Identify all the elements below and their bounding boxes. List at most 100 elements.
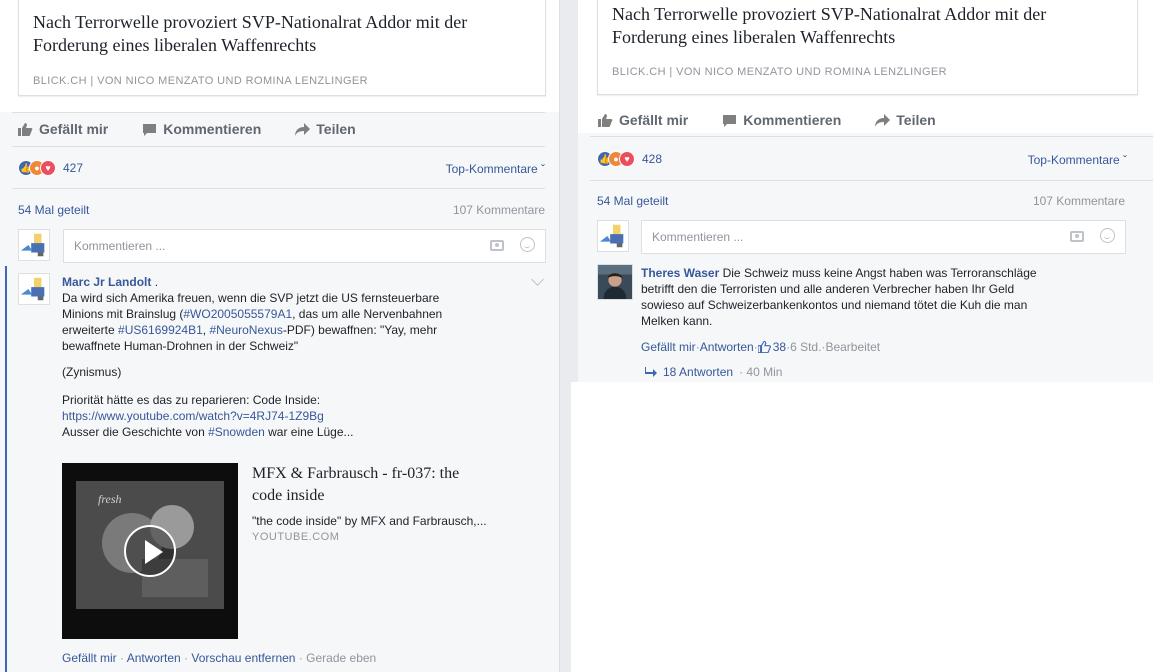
comment-body: Theres Waser Die Schweiz muss keine Angs… bbox=[641, 265, 1131, 329]
comment-count-link[interactable]: 107 Kommentare bbox=[453, 203, 545, 217]
comment-bubble-icon bbox=[723, 114, 737, 127]
comment-text-line: sowieso auf Schweizerbankenkontos und ni… bbox=[641, 298, 1028, 312]
comment-action-button[interactable]: Kommentieren bbox=[142, 121, 261, 137]
comment-text-line: Ausser die Geschichte von #Snowden war e… bbox=[62, 425, 354, 439]
comment-timestamp: 6 Std. bbox=[790, 340, 822, 354]
camera-icon[interactable] bbox=[1070, 231, 1084, 242]
video-source: YOUTUBE.COM bbox=[252, 531, 340, 543]
hashtag-link[interactable]: #WO2005055579A1 bbox=[183, 307, 292, 321]
video-thumbnail[interactable]: fresh bbox=[62, 463, 238, 639]
sort-comments-dropdown[interactable]: Top-Kommentare ˇ bbox=[446, 162, 545, 176]
video-preview-card[interactable]: fresh MFX & Farbrausch - fr-037: the cod… bbox=[62, 463, 528, 639]
video-title[interactable]: MFX & Farbrausch - fr-037: the code insi… bbox=[252, 463, 528, 507]
comment-reply-link[interactable]: Antworten bbox=[127, 651, 181, 665]
link-preview-card[interactable]: Nach Terrorwelle provoziert SVP-National… bbox=[18, 0, 546, 96]
divider bbox=[590, 180, 1153, 181]
reply-arrow-icon bbox=[645, 367, 657, 377]
comment-body: Marc Jr Landolt . Da wird sich Amerika f… bbox=[62, 274, 532, 440]
comment-input[interactable]: Kommentieren ... bbox=[63, 229, 546, 263]
post-actions: Gefällt mir Kommentieren Teilen bbox=[598, 112, 936, 128]
comment-text-line: Minions mit Brainslug (#WO2005055579A1, … bbox=[62, 307, 443, 321]
emoji-icon[interactable] bbox=[1100, 228, 1115, 243]
replies-count[interactable]: 18 Antworten bbox=[663, 365, 733, 379]
shares-count-link[interactable]: 54 Mal geteilt bbox=[597, 194, 668, 208]
thumbs-up-icon bbox=[18, 122, 33, 136]
comment-text-line: Da wird sich Amerika freuen, wenn die SV… bbox=[62, 291, 440, 305]
thumbs-up-icon bbox=[757, 341, 771, 353]
comment-text-line: Priorität hätte es das zu reparieren: Co… bbox=[62, 393, 321, 407]
comment-timestamp: Gerade eben bbox=[306, 651, 377, 665]
divider bbox=[12, 188, 545, 189]
post-actions: Gefällt mir Kommentieren Teilen bbox=[18, 121, 356, 137]
commenter-avatar[interactable] bbox=[597, 264, 633, 300]
current-user-avatar[interactable] bbox=[597, 220, 629, 252]
blank-area bbox=[571, 382, 1153, 672]
divider bbox=[12, 112, 545, 113]
love-reaction-icon: ♥ bbox=[40, 160, 56, 176]
comment-like-count[interactable]: 38 bbox=[773, 340, 786, 354]
sort-comments-dropdown[interactable]: Top-Kommentare ˇ bbox=[1028, 153, 1127, 167]
camera-icon[interactable] bbox=[490, 240, 504, 251]
divider bbox=[590, 136, 1153, 137]
share-action-button[interactable]: Teilen bbox=[295, 121, 356, 137]
youtube-url-link[interactable]: https://www.youtube.com/watch?v=4RJ74-1Z… bbox=[62, 408, 532, 424]
thumbs-up-icon bbox=[598, 113, 613, 127]
comment-action-button[interactable]: Kommentieren bbox=[722, 112, 841, 128]
link-source: BLICK.CH | VON NICO MENZATO UND ROMINA L… bbox=[33, 75, 368, 87]
share-arrow-icon bbox=[295, 122, 311, 136]
comment-text-line: bewaffnete Human-Drohnen in der Schweiz" bbox=[62, 339, 299, 353]
replies-time: · 40 Min bbox=[739, 365, 783, 379]
comment-author-link[interactable]: Marc Jr Landolt bbox=[62, 275, 151, 289]
emoji-icon[interactable] bbox=[520, 237, 535, 252]
comment-author-suffix: . bbox=[151, 275, 159, 289]
comment-author-link[interactable]: Theres Waser bbox=[641, 266, 719, 280]
link-title[interactable]: Nach Terrorwelle provoziert SVP-National… bbox=[33, 11, 467, 57]
right-post-panel: Nach Terrorwelle provoziert SVP-National… bbox=[578, 0, 1153, 382]
reaction-summary[interactable]: 👍 ● ♥ 427 bbox=[18, 160, 83, 176]
share-arrow-icon bbox=[875, 113, 891, 127]
comment-text-line: erweiterte #US6169924B1, #NeuroNexus-PDF… bbox=[62, 323, 438, 337]
divider bbox=[12, 146, 545, 147]
link-source: BLICK.CH | VON NICO MENZATO UND ROMINA L… bbox=[612, 66, 947, 78]
like-action-button[interactable]: Gefällt mir bbox=[18, 121, 108, 137]
comment-reply-link[interactable]: Antworten bbox=[700, 340, 754, 354]
like-action-button[interactable]: Gefällt mir bbox=[598, 112, 688, 128]
comment-like-link[interactable]: Gefällt mir bbox=[62, 651, 117, 665]
share-action-button[interactable]: Teilen bbox=[875, 112, 936, 128]
comment-meta: Gefällt mir · Antworten · Vorschau entfe… bbox=[62, 651, 377, 665]
comment-text-line: Die Schweiz muss keine Angst haben was T… bbox=[719, 266, 1037, 280]
shares-count-link[interactable]: 54 Mal geteilt bbox=[18, 203, 89, 217]
link-title[interactable]: Nach Terrorwelle provoziert SVP-National… bbox=[612, 3, 1046, 49]
chevron-down-icon[interactable] bbox=[531, 273, 544, 286]
comment-bubble-icon bbox=[143, 123, 157, 136]
comment-placeholder: Kommentieren ... bbox=[652, 230, 744, 244]
like-label: Gefällt mir bbox=[619, 112, 689, 128]
comment-label: Kommentieren bbox=[163, 121, 262, 137]
like-label: Gefällt mir bbox=[39, 121, 109, 137]
hashtag-link[interactable]: #US6169924B1 bbox=[118, 323, 203, 337]
video-description: "the code inside" by MFX and Farbrausch,… bbox=[252, 514, 487, 528]
love-reaction-icon: ♥ bbox=[619, 151, 635, 167]
reaction-summary[interactable]: 👍 ● ♥ 428 bbox=[597, 151, 662, 167]
hashtag-link[interactable]: #Snowden bbox=[208, 425, 265, 439]
comment-text-line: Melken kann. bbox=[641, 314, 713, 328]
comment-input[interactable]: Kommentieren ... bbox=[641, 220, 1126, 254]
link-preview-card[interactable]: Nach Terrorwelle provoziert SVP-National… bbox=[597, 0, 1138, 95]
reaction-count: 427 bbox=[63, 161, 84, 175]
commenter-avatar[interactable] bbox=[18, 273, 50, 305]
reaction-count: 428 bbox=[642, 152, 663, 166]
replies-link[interactable]: 18 Antworten · 40 Min bbox=[645, 365, 782, 379]
remove-preview-link[interactable]: Vorschau entfernen bbox=[191, 651, 295, 665]
svg-text:fresh: fresh bbox=[98, 492, 122, 506]
share-label: Teilen bbox=[896, 112, 936, 128]
edited-label[interactable]: Bearbeitet bbox=[825, 340, 880, 354]
new-comment-highlight bbox=[5, 266, 7, 672]
comment-like-link[interactable]: Gefällt mir bbox=[641, 340, 696, 354]
hashtag-link[interactable]: #NeuroNexus bbox=[209, 323, 282, 337]
comment-label: Kommentieren bbox=[743, 112, 842, 128]
play-icon[interactable] bbox=[124, 525, 176, 577]
comment-text-line: (Zynismus) bbox=[62, 365, 122, 379]
comment-count-link[interactable]: 107 Kommentare bbox=[1033, 194, 1125, 208]
current-user-avatar[interactable] bbox=[18, 229, 50, 261]
comment-text-line: betrifft den die Terroristen und alle an… bbox=[641, 282, 1015, 296]
